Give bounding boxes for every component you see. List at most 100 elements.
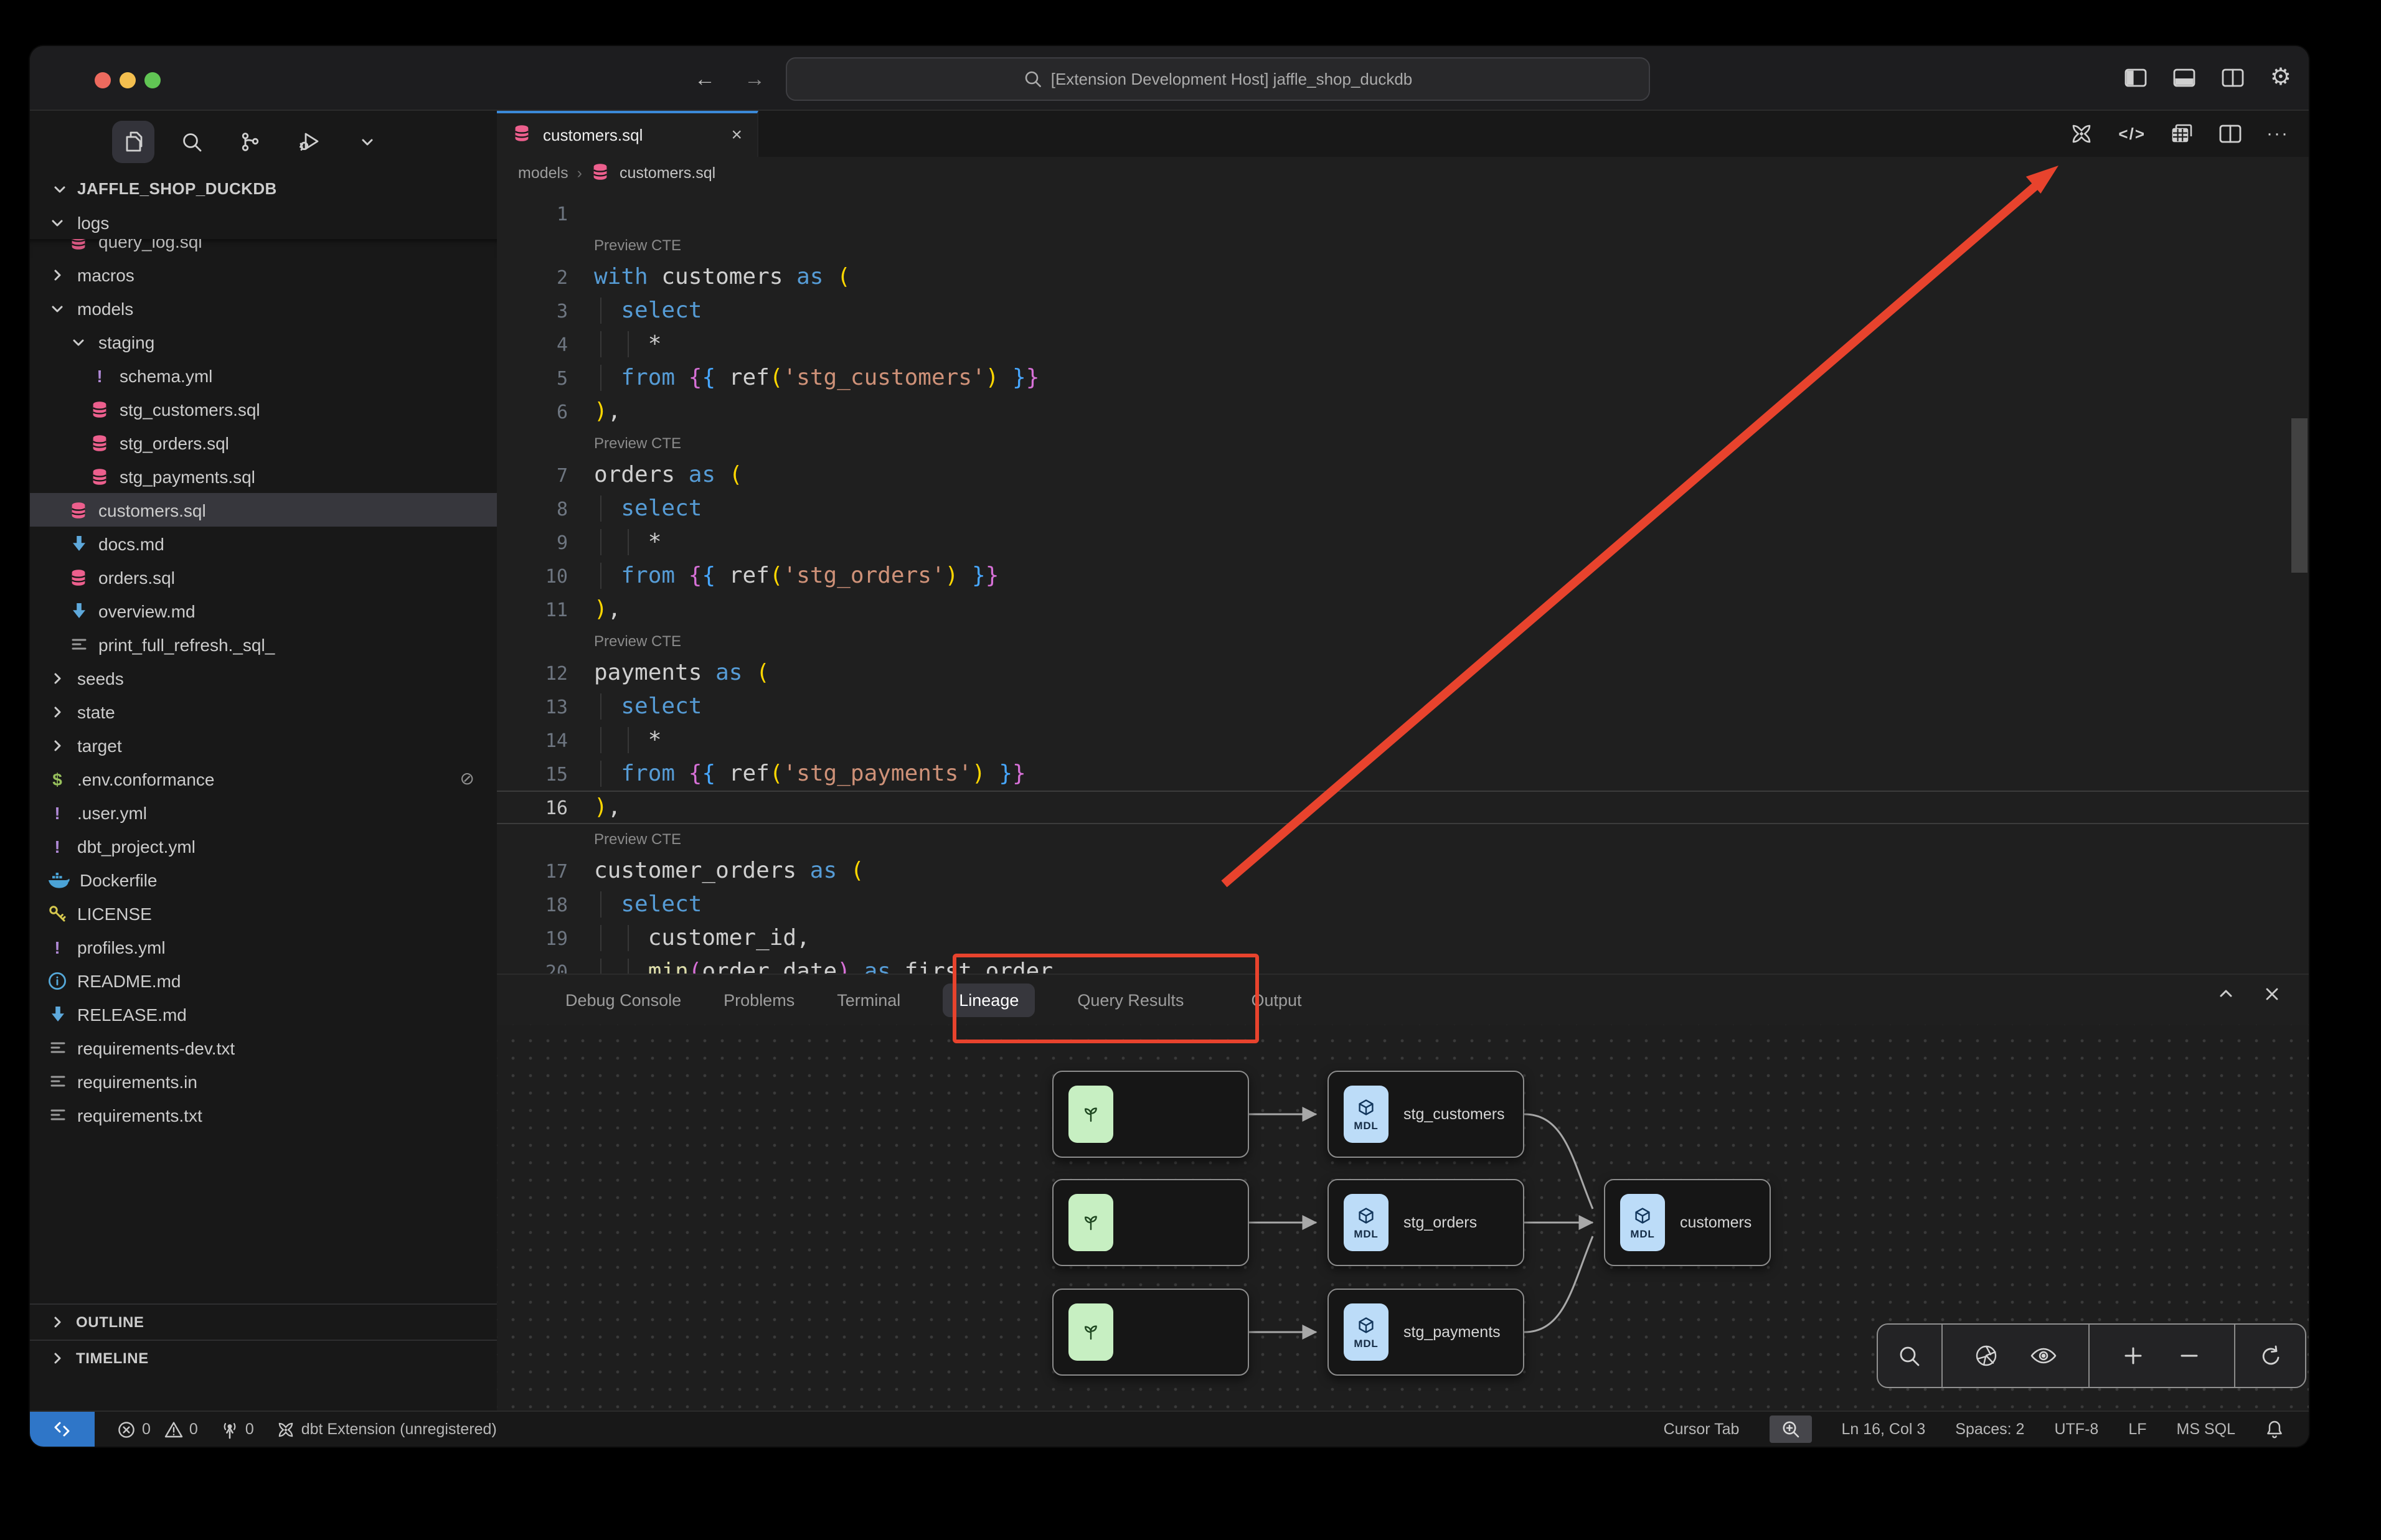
- inline-code-icon[interactable]: </>: [2118, 124, 2146, 143]
- tree-item-staging[interactable]: staging: [30, 325, 497, 359]
- status-cursor-tab[interactable]: Cursor Tab: [1664, 1420, 1740, 1438]
- code-line-8: 8 select: [497, 492, 2309, 525]
- eye-icon[interactable]: [2029, 1346, 2057, 1366]
- panel-tab-debug-console[interactable]: Debug Console: [565, 990, 681, 1009]
- broadcast-icon: [220, 1420, 239, 1439]
- tree-item-state[interactable]: state: [30, 695, 497, 728]
- sidebar-section-timeline[interactable]: TIMELINE: [30, 1340, 497, 1376]
- more-views-chevron-icon[interactable]: [346, 120, 389, 162]
- status-encoding[interactable]: UTF-8: [2054, 1420, 2098, 1438]
- tree-item-query-log-sql[interactable]: query_log.sql: [30, 239, 497, 258]
- lineage-node-stg_payments[interactable]: MDLstg_payments: [1327, 1289, 1524, 1376]
- nav-back-icon[interactable]: ←: [692, 67, 717, 92]
- codelens-preview-cte[interactable]: Preview CTE: [497, 428, 2309, 458]
- tree-item-label: profiles.yml: [77, 937, 166, 957]
- codelens-preview-cte[interactable]: Preview CTE: [497, 626, 2309, 656]
- more-actions-icon[interactable]: ···: [2266, 123, 2289, 144]
- run-debug-icon[interactable]: [288, 120, 330, 162]
- lineage-graph[interactable]: raw_customers raw_orders raw_payments MDLst…: [497, 1025, 2309, 1412]
- lineage-node-raw_customers[interactable]: raw_customers: [1052, 1071, 1249, 1158]
- tree-item-docs-md[interactable]: docs.md: [30, 527, 497, 560]
- lineage-node-raw_payments[interactable]: raw_payments: [1052, 1289, 1249, 1376]
- panel-tab-terminal[interactable]: Terminal: [837, 990, 900, 1009]
- panel-tab-problems[interactable]: Problems: [724, 990, 794, 1009]
- command-center-search[interactable]: [Extension Development Host] jaffle_shop…: [786, 57, 1650, 101]
- traffic-zoom-button[interactable]: [144, 72, 161, 88]
- traffic-close-button[interactable]: [95, 72, 111, 88]
- nav-forward-icon[interactable]: →: [742, 67, 767, 92]
- lineage-node-customers[interactable]: MDLcustomers: [1604, 1179, 1771, 1266]
- tree-item-requirements-dev-txt[interactable]: requirements-dev.txt: [30, 1031, 497, 1064]
- dbt-icon[interactable]: [2070, 122, 2093, 146]
- tree-item-profiles-yml[interactable]: !profiles.yml: [30, 930, 497, 964]
- explorer-root-header[interactable]: JAFFLE_SHOP_DUCKDB: [30, 172, 497, 205]
- lineage-node-stg_orders[interactable]: MDLstg_orders: [1327, 1179, 1524, 1266]
- database-icon: [591, 161, 611, 185]
- close-icon[interactable]: [2263, 985, 2281, 1003]
- tree-item-requirements-txt[interactable]: requirements.txt: [30, 1098, 497, 1132]
- status-language-mode[interactable]: MS SQL: [2177, 1420, 2236, 1438]
- lineage-node-stg_customers[interactable]: MDLstg_customers: [1327, 1071, 1524, 1158]
- tree-item-stg-customers-sql[interactable]: stg_customers.sql: [30, 392, 497, 426]
- search-icon[interactable]: [171, 120, 213, 162]
- layout-split-icon[interactable]: [2222, 68, 2244, 87]
- tree-item-stg-orders-sql[interactable]: stg_orders.sql: [30, 426, 497, 459]
- title-bar: ← → [Extension Development Host] jaffle_…: [30, 46, 2309, 111]
- ports-status[interactable]: 0: [220, 1420, 254, 1439]
- sidebar-section-outline[interactable]: OUTLINE: [30, 1303, 497, 1340]
- editor-scrollbar[interactable]: [2291, 418, 2308, 573]
- tree-item-overview-md[interactable]: overview.md: [30, 594, 497, 627]
- layout-sidebar-icon[interactable]: [2124, 68, 2147, 87]
- tree-item-license[interactable]: LICENSE: [30, 896, 497, 930]
- source-control-icon[interactable]: [229, 120, 271, 162]
- tab-customers-sql[interactable]: customers.sql ×: [497, 111, 758, 157]
- tree-item-release-md[interactable]: RELEASE.md: [30, 997, 497, 1031]
- status-indentation[interactable]: Spaces: 2: [1955, 1420, 2024, 1438]
- tree-item-schema-yml[interactable]: !schema.yml: [30, 359, 497, 392]
- tree-item-orders-sql[interactable]: orders.sql: [30, 560, 497, 594]
- settings-gear-icon[interactable]: ⚙: [2270, 63, 2291, 92]
- tree-item-logs[interactable]: logs: [30, 205, 497, 239]
- tree-item-models[interactable]: models: [30, 291, 497, 325]
- codelens-preview-cte[interactable]: Preview CTE: [497, 824, 2309, 854]
- aperture-icon[interactable]: [1973, 1343, 1998, 1368]
- tree-item-customers-sql[interactable]: customers.sql: [30, 493, 497, 527]
- codelens-preview-cte[interactable]: Preview CTE: [497, 230, 2309, 260]
- tree-item-stg-payments-sql[interactable]: stg_payments.sql: [30, 459, 497, 493]
- problems-status[interactable]: 0 0: [117, 1420, 198, 1439]
- zoom-in-status-icon[interactable]: [1769, 1416, 1811, 1443]
- lineage-node-raw_orders[interactable]: raw_orders: [1052, 1179, 1249, 1266]
- bell-icon[interactable]: [2265, 1419, 2284, 1439]
- status-eol[interactable]: LF: [2128, 1420, 2146, 1438]
- search-icon[interactable]: [1898, 1344, 1921, 1368]
- split-editor-icon[interactable]: [2219, 124, 2242, 143]
- tab-close-icon[interactable]: ×: [731, 124, 742, 146]
- tree-item-dockerfile[interactable]: Dockerfile: [30, 863, 497, 896]
- tree-item-requirements-in[interactable]: requirements.in: [30, 1064, 497, 1098]
- refresh-icon[interactable]: [2258, 1344, 2282, 1368]
- tree-item-dbt-project-yml[interactable]: !dbt_project.yml: [30, 829, 497, 863]
- remote-window-icon[interactable]: [30, 1412, 95, 1447]
- tree-item-readme-md[interactable]: README.md: [30, 964, 497, 997]
- tree-item-seeds[interactable]: seeds: [30, 661, 497, 695]
- chevron-up-icon[interactable]: [2217, 985, 2235, 1003]
- zoom-in-icon[interactable]: [2123, 1345, 2145, 1367]
- tree-item-label: query_log.sql: [98, 239, 202, 251]
- tree-item--env-conformance[interactable]: $.env.conformance⊘: [30, 762, 497, 796]
- dbt-extension-status[interactable]: dbt Extension (unregistered): [276, 1420, 497, 1439]
- breadcrumb-file[interactable]: customers.sql: [620, 164, 715, 182]
- layout-panel-icon[interactable]: [2173, 68, 2195, 87]
- query-results-icon[interactable]: [2171, 123, 2194, 144]
- tree-item-macros[interactable]: macros: [30, 258, 497, 291]
- traffic-minimize-button[interactable]: [120, 72, 136, 88]
- status-cursor-position[interactable]: Ln 16, Col 3: [1841, 1420, 1925, 1438]
- tree-item-target[interactable]: target: [30, 728, 497, 762]
- activity-bar: [30, 111, 497, 172]
- breadcrumb-folder[interactable]: models: [518, 164, 568, 182]
- tree-item--user-yml[interactable]: !.user.yml: [30, 796, 497, 829]
- tree-item-print-full-refresh-sql-[interactable]: print_full_refresh._sql_: [30, 627, 497, 661]
- explorer-icon[interactable]: [112, 120, 154, 162]
- zoom-out-icon[interactable]: [2179, 1345, 2201, 1367]
- code-line-10: 10 from {{ ref('stg_orders') }}: [497, 559, 2309, 593]
- breadcrumb[interactable]: models › customers.sql: [497, 157, 2309, 189]
